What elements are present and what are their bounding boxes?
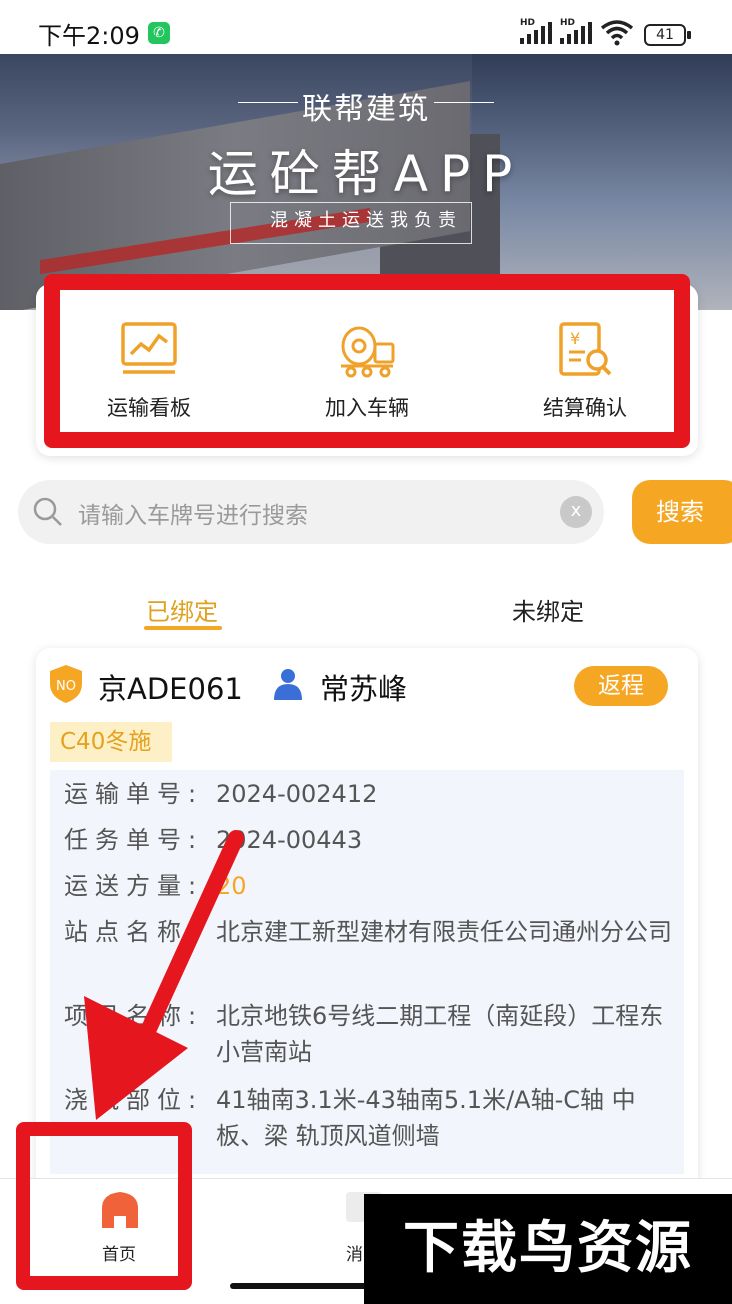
- tab-unbound[interactable]: 未绑定: [512, 592, 584, 627]
- signal-hd-label: HD: [520, 18, 536, 28]
- signal-hd-label-2: HD: [560, 18, 576, 28]
- detail-value: 北京建工新型建材有限责任公司通州分公司: [216, 918, 672, 946]
- status-bar: 下午2:09 ✆ HD HD 41: [0, 0, 732, 60]
- search-icon: [33, 497, 62, 526]
- settlement-confirm-label: 结算确认: [543, 396, 627, 420]
- concrete-grade-tag: C40冬施: [50, 722, 172, 762]
- wifi-icon: [600, 20, 634, 46]
- detail-key: 站点名称:: [64, 918, 204, 946]
- no-badge-label: NO: [56, 679, 76, 694]
- mixer-truck-icon: [341, 326, 395, 378]
- chart-board-icon: [121, 322, 177, 374]
- driver-name: 常苏峰: [320, 672, 408, 706]
- svg-text:¥: ¥: [570, 329, 580, 348]
- banner-app-title: 运砼帮APP: [207, 145, 525, 203]
- detail-value: 20: [216, 872, 247, 900]
- add-vehicle-label: 加入车辆: [325, 396, 409, 420]
- settlement-search-icon: ¥: [559, 322, 612, 376]
- nav-home-label: 首页: [102, 1245, 136, 1265]
- detail-value: 北京地铁6号线二期工程（南延段）工程东小营南站: [216, 1002, 664, 1066]
- vehicle-plate: 京ADE061: [98, 672, 243, 706]
- home-icon: [102, 1192, 138, 1228]
- driver-icon: [274, 669, 302, 700]
- detail-value: 41轴南3.1米-43轴南5.1米/A轴-C轴 中板、梁 轨顶风道侧墙: [216, 1086, 636, 1150]
- search-button[interactable]: 搜索: [632, 480, 732, 544]
- banner-brand: 联帮建筑: [302, 92, 430, 127]
- status-time: 下午2:09: [38, 22, 140, 50]
- signal-icon: HD: [520, 18, 554, 44]
- detail-key: 运输单号:: [64, 780, 204, 808]
- transport-board-label: 运输看板: [107, 396, 191, 420]
- detail-key: 浇筑部位:: [64, 1086, 204, 1114]
- clear-icon[interactable]: x: [560, 496, 592, 528]
- signal-icon-2: HD: [560, 18, 594, 44]
- banner-slogan: 混凝土运送我负责: [270, 210, 462, 231]
- add-vehicle-button[interactable]: 加入车辆: [282, 320, 452, 422]
- detail-key: 任务单号:: [64, 826, 204, 854]
- watermark: 下载鸟资源: [364, 1194, 732, 1304]
- tab-bound[interactable]: 已绑定: [146, 592, 218, 627]
- search-input[interactable]: 请输入车牌号进行搜索: [78, 496, 308, 530]
- status-badge: 返程: [574, 666, 668, 706]
- detail-key: 项目名称:: [64, 1002, 204, 1030]
- phone-call-icon: ✆: [148, 22, 170, 44]
- detail-value: 2024-00443: [216, 826, 363, 854]
- detail-value: 2024-002412: [216, 780, 378, 808]
- battery-icon: 41: [644, 24, 691, 46]
- no-badge-icon: NO: [50, 665, 82, 703]
- transport-board-button[interactable]: 运输看板: [64, 320, 234, 422]
- search-bar[interactable]: 请输入车牌号进行搜索 x: [18, 480, 604, 544]
- settlement-confirm-button[interactable]: ¥ 结算确认: [500, 320, 670, 422]
- detail-key: 运送方量:: [64, 872, 204, 900]
- tab-active-indicator: [144, 626, 222, 630]
- banner: 联帮建筑 运砼帮APP 混凝土运送我负责: [0, 54, 732, 310]
- nav-messages-label: 消: [346, 1245, 363, 1265]
